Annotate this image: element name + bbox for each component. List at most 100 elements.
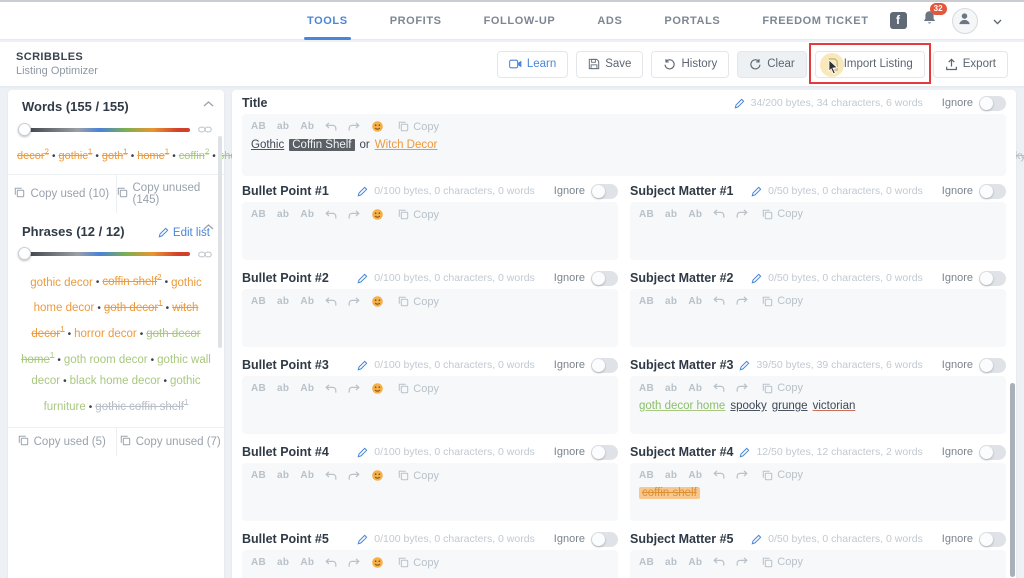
save-button[interactable]: Save	[576, 51, 643, 78]
phrase-item[interactable]: coffin shelf2	[102, 276, 161, 288]
nav-tab-tools[interactable]: TOOLS	[286, 2, 369, 40]
titlecase-button[interactable]: Ab	[688, 383, 702, 394]
uppercase-button[interactable]: AB	[251, 296, 266, 307]
undo-icon[interactable]	[713, 296, 725, 306]
redo-icon[interactable]	[348, 122, 360, 132]
uppercase-button[interactable]: AB	[639, 470, 654, 481]
bullet-point-1-editor-box[interactable]: ABabAbCopy	[242, 202, 618, 260]
titlecase-button[interactable]: Ab	[300, 209, 314, 220]
undo-icon[interactable]	[325, 297, 337, 307]
titlecase-button[interactable]: Ab	[300, 296, 314, 307]
subject-matter-5-editor-box[interactable]: AB ab Ab Copy	[630, 550, 1006, 578]
copy-unused-phrases-button[interactable]: Copy unused (7)	[116, 428, 225, 456]
titlecase-button[interactable]: Ab	[688, 296, 702, 307]
slider-knob[interactable]	[18, 247, 31, 260]
notifications-button[interactable]: 32	[922, 10, 937, 31]
lowercase-button[interactable]: ab	[665, 557, 677, 568]
copy-button[interactable]: Copy	[762, 469, 803, 481]
collapse-phrases-chevron-icon[interactable]	[203, 217, 214, 235]
lowercase-button[interactable]: ab	[277, 470, 289, 481]
emoji-button[interactable]	[371, 469, 384, 482]
redo-icon[interactable]	[736, 383, 748, 393]
undo-icon[interactable]	[713, 470, 725, 480]
copy-button[interactable]: Copy	[762, 556, 803, 568]
titlecase-button[interactable]: Ab	[688, 557, 702, 568]
caret-down-icon[interactable]	[993, 12, 1002, 30]
undo-icon[interactable]	[713, 557, 725, 567]
redo-icon[interactable]	[736, 209, 748, 219]
import-listing-button[interactable]: Import Listing	[815, 51, 925, 78]
phrases-usage-slider[interactable]	[20, 252, 190, 256]
ignore-toggle[interactable]	[591, 532, 618, 547]
redo-icon[interactable]	[348, 297, 360, 307]
undo-icon[interactable]	[713, 209, 725, 219]
words-usage-slider[interactable]	[20, 128, 190, 132]
lowercase-button[interactable]: ab	[277, 209, 289, 220]
keyword-item[interactable]: gothic1	[59, 150, 93, 162]
phrase-item[interactable]: gothic coffin shelf1	[95, 401, 188, 413]
undo-icon[interactable]	[713, 383, 725, 393]
undo-icon[interactable]	[325, 558, 337, 568]
lowercase-button[interactable]: ab	[277, 383, 289, 394]
uppercase-button[interactable]: AB	[639, 209, 654, 220]
editor-content[interactable]: GothicCoffin ShelforWitch Decor	[251, 139, 997, 151]
undo-icon[interactable]	[325, 122, 337, 132]
emoji-button[interactable]	[371, 208, 384, 221]
editor-content[interactable]: goth decor homespookygrungevictorian	[639, 400, 997, 412]
undo-icon[interactable]	[325, 471, 337, 481]
emoji-button[interactable]	[371, 295, 384, 308]
editor-content[interactable]: coffin shelf	[639, 487, 997, 499]
nav-tab-ads[interactable]: ADS	[576, 2, 643, 40]
uppercase-button[interactable]: AB	[251, 470, 266, 481]
undo-icon[interactable]	[325, 384, 337, 394]
titlecase-button[interactable]: Ab	[300, 121, 314, 132]
keyword-item[interactable]: home1	[137, 150, 169, 162]
copy-button[interactable]: Copy	[762, 295, 803, 307]
keyword-item[interactable]: goth1	[102, 150, 128, 162]
ignore-toggle[interactable]	[979, 445, 1006, 460]
slider-knob[interactable]	[18, 123, 31, 136]
copy-used-words-button[interactable]: Copy used (10)	[8, 175, 116, 213]
redo-icon[interactable]	[348, 384, 360, 394]
ignore-toggle[interactable]	[979, 184, 1006, 199]
copy-button[interactable]: Copy	[762, 208, 803, 220]
copy-button[interactable]: Copy	[398, 296, 439, 308]
nav-tab-portals[interactable]: PORTALS	[643, 2, 741, 40]
titlecase-button[interactable]: Ab	[300, 470, 314, 481]
copy-used-phrases-button[interactable]: Copy used (5)	[8, 428, 116, 456]
lowercase-button[interactable]: ab	[277, 296, 289, 307]
redo-icon[interactable]	[736, 296, 748, 306]
titlecase-button[interactable]: Ab	[300, 557, 314, 568]
emoji-button[interactable]	[371, 120, 384, 133]
redo-icon[interactable]	[348, 210, 360, 220]
phrase-item[interactable]: goth decor1	[104, 302, 163, 314]
lowercase-button[interactable]: ab	[665, 209, 677, 220]
lowercase-button[interactable]: ab	[665, 470, 677, 481]
sidebar-scrollbar[interactable]	[218, 136, 222, 348]
titlecase-button[interactable]: Ab	[300, 383, 314, 394]
nav-tab-follow-up[interactable]: FOLLOW-UP	[463, 2, 577, 40]
redo-icon[interactable]	[348, 558, 360, 568]
subject-matter-3-editor-box[interactable]: ABabAbCopygoth decor homespookygrungevic…	[630, 376, 1006, 434]
history-button[interactable]: History	[651, 51, 729, 78]
phrase-item[interactable]: black home decor	[70, 375, 161, 387]
link-icon[interactable]	[198, 250, 212, 259]
clear-button[interactable]: Clear	[737, 51, 806, 78]
bullet-point-3-editor-box[interactable]: ABabAbCopy	[242, 376, 618, 434]
lowercase-button[interactable]: ab	[277, 121, 289, 132]
subject-matter-1-editor-box[interactable]: ABabAbCopy	[630, 202, 1006, 260]
uppercase-button[interactable]: AB	[251, 557, 266, 568]
emoji-button[interactable]	[371, 556, 384, 569]
ignore-toggle[interactable]	[979, 271, 1006, 286]
undo-icon[interactable]	[325, 210, 337, 220]
redo-icon[interactable]	[348, 471, 360, 481]
uppercase-button[interactable]: AB	[639, 557, 654, 568]
link-icon[interactable]	[198, 125, 212, 134]
lowercase-button[interactable]: ab	[665, 383, 677, 394]
bullet-point-5-editor-box[interactable]: ABabAbCopy	[242, 550, 618, 578]
copy-button[interactable]: Copy	[762, 382, 803, 394]
ignore-toggle[interactable]	[591, 358, 618, 373]
subject-matter-2-editor-box[interactable]: ABabAbCopy	[630, 289, 1006, 347]
copy-button[interactable]: Copy	[398, 121, 439, 133]
redo-icon[interactable]	[736, 470, 748, 480]
